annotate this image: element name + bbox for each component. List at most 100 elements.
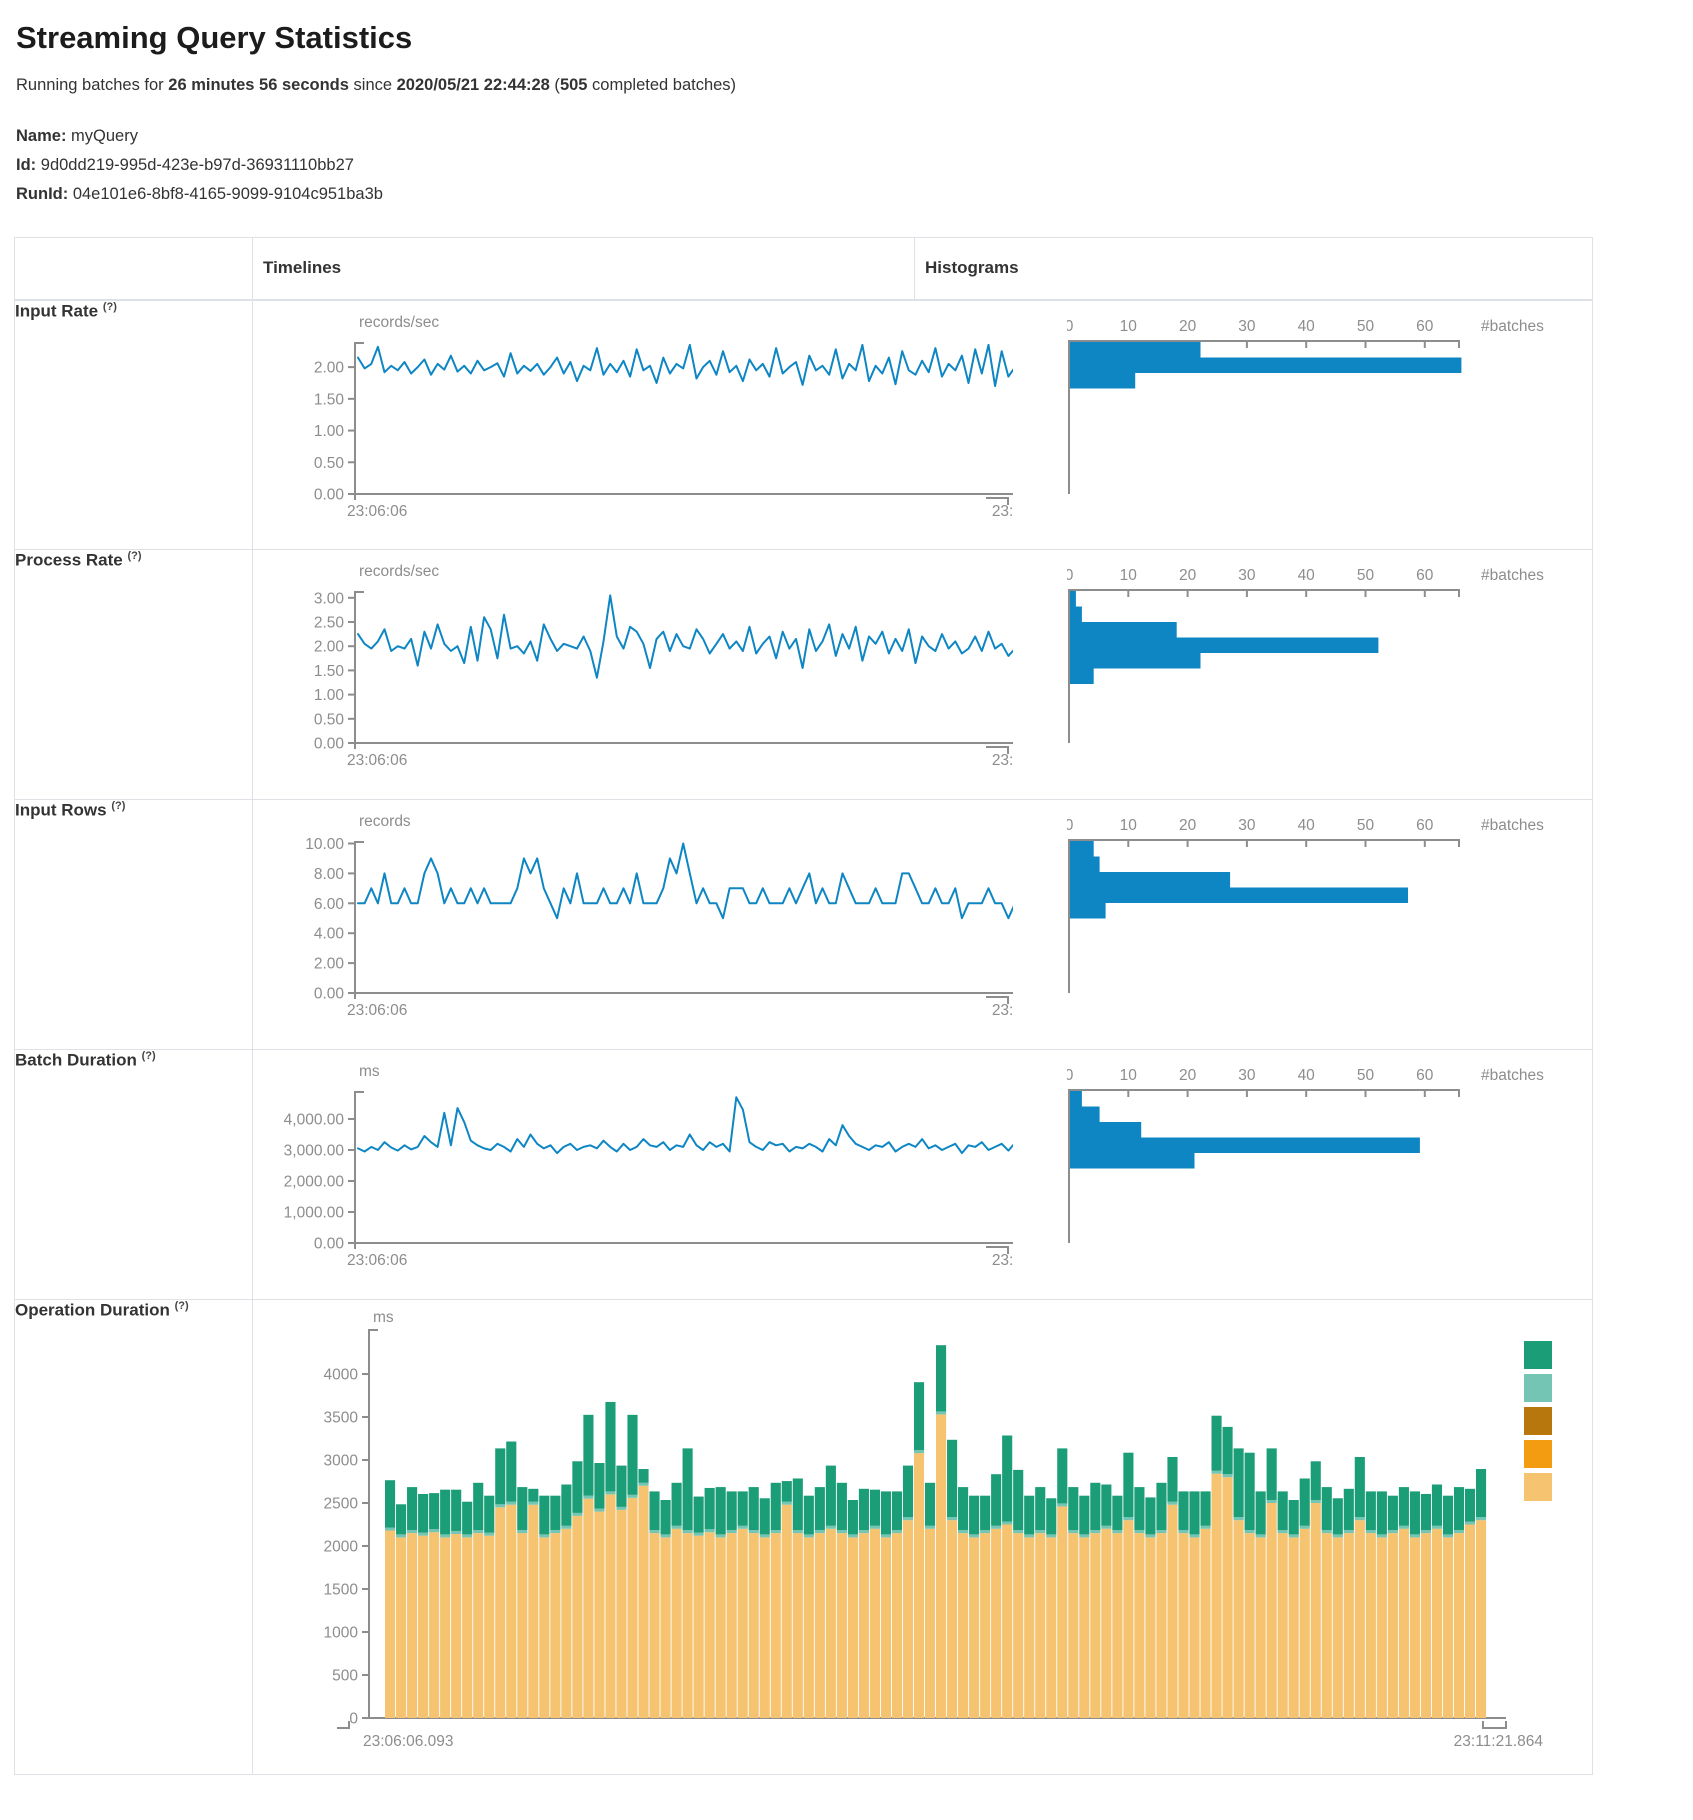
process-rate-histogram-cell: 0102030405060#batches [915,550,1593,800]
completed-batches-count: 505 [560,76,588,94]
svg-text:30: 30 [1238,318,1256,335]
svg-text:#batches: #batches [1481,817,1544,834]
svg-text:1.50: 1.50 [314,391,345,408]
input-rows-help-icon[interactable]: (?) [111,800,125,812]
svg-text:4000: 4000 [324,1367,359,1384]
svg-text:records/sec: records/sec [359,563,439,580]
svg-text:30: 30 [1238,1067,1256,1084]
svg-text:50: 50 [1356,817,1374,834]
svg-text:2.00: 2.00 [314,956,345,973]
svg-text:ms: ms [373,1309,394,1326]
svg-text:23:11:21: 23:11:21 [992,1252,1013,1269]
input-rows-row: Input Rows (?) records0.002.004.006.008.… [15,800,1593,1050]
input-rows-histogram-chart: 0102030405060#batches [1067,800,1587,1045]
svg-text:0.00: 0.00 [314,1236,345,1253]
process-rate-row: Process Rate (?) records/sec0.000.501.00… [15,550,1593,800]
query-name-row: Name: myQuery [16,122,1693,151]
process-rate-timeline-chart: records/sec0.000.501.001.502.002.503.002… [253,550,1013,795]
svg-text:1.00: 1.00 [314,423,345,440]
svg-text:0.50: 0.50 [314,711,345,728]
svg-text:1.00: 1.00 [314,687,345,704]
batch-duration-histogram-chart: 0102030405060#batches [1067,1050,1587,1295]
svg-text:2.00: 2.00 [314,639,345,656]
svg-text:23:06:06: 23:06:06 [347,1002,407,1019]
svg-text:40: 40 [1297,1067,1315,1084]
batch-duration-histogram-cell: 0102030405060#batches [915,1050,1593,1300]
legend-swatch-tan [1524,1473,1552,1501]
batch-duration-timeline-chart: ms0.001,000.002,000.003,000.004,000.0023… [253,1050,1013,1295]
subtitle-suffix: completed batches) [587,76,736,94]
svg-text:23:11:21: 23:11:21 [992,1002,1013,1019]
metric-column-header [15,238,253,300]
query-runid-value: 04e101e6-8bf8-4165-9099-9104c951ba3b [73,185,383,203]
svg-text:23:06:06: 23:06:06 [347,503,407,520]
streaming-query-statistics-page: Streaming Query Statistics Running batch… [0,0,1693,1775]
operation-duration-row: Operation Duration (?) ms050010001500200… [15,1300,1593,1775]
input-rows-timeline-chart: records0.002.004.006.008.0010.0023:06:06… [253,800,1013,1045]
svg-text:10: 10 [1119,817,1137,834]
svg-text:1000: 1000 [324,1625,359,1642]
svg-text:2.50: 2.50 [314,615,345,632]
svg-text:1.50: 1.50 [314,663,345,680]
operation-duration-legend [1524,1341,1552,1506]
svg-text:30: 30 [1238,567,1256,584]
statistics-table: Timelines Histograms Input Rate (?) reco… [14,237,1593,1775]
input-rate-help-icon[interactable]: (?) [103,301,117,313]
svg-text:ms: ms [359,1063,380,1080]
legend-swatch-orange [1524,1440,1552,1468]
svg-text:10.00: 10.00 [305,836,344,853]
svg-text:20: 20 [1178,318,1196,335]
svg-text:23:11:21: 23:11:21 [992,752,1013,769]
input-rows-label: Input Rows (?) [15,800,253,1050]
svg-text:3000: 3000 [324,1453,359,1470]
uptime-duration: 26 minutes 56 seconds [168,76,349,94]
svg-text:60: 60 [1416,1067,1434,1084]
svg-text:0: 0 [1067,817,1074,834]
process-rate-histogram-chart: 0102030405060#batches [1067,550,1587,795]
svg-text:10: 10 [1119,318,1137,335]
svg-text:0.00: 0.00 [314,986,345,1003]
operation-duration-help-icon[interactable]: (?) [175,1300,189,1312]
svg-text:500: 500 [332,1668,358,1685]
svg-text:0: 0 [1067,1067,1074,1084]
svg-text:8.00: 8.00 [314,866,345,883]
svg-text:10: 10 [1119,567,1137,584]
batch-duration-help-icon[interactable]: (?) [142,1050,156,1062]
svg-text:records/sec: records/sec [359,314,439,331]
svg-text:2000: 2000 [324,1539,359,1556]
svg-text:23:06:06: 23:06:06 [347,1252,407,1269]
svg-text:23:06:06.093: 23:06:06.093 [363,1733,454,1750]
input-rows-timeline-cell: records0.002.004.006.008.0010.0023:06:06… [253,800,915,1050]
query-name-label: Name: [16,127,66,145]
process-rate-help-icon[interactable]: (?) [127,550,141,562]
svg-text:23:11:21: 23:11:21 [992,503,1013,520]
svg-text:0: 0 [1067,318,1074,335]
svg-text:0: 0 [349,1711,358,1728]
operation-duration-chart-cell: ms0500100015002000250030003500400023:06:… [253,1300,1593,1775]
query-meta: Name: myQuery Id: 9d0dd219-995d-423e-b97… [16,122,1693,209]
query-id-value: 9d0dd219-995d-423e-b97d-36931110bb27 [41,156,354,174]
svg-text:6.00: 6.00 [314,896,345,913]
svg-text:60: 60 [1416,817,1434,834]
subtitle-paren: ( [550,76,560,94]
svg-text:4,000.00: 4,000.00 [284,1111,345,1128]
query-id-label: Id: [16,156,36,174]
svg-text:30: 30 [1238,817,1256,834]
process-rate-timeline-cell: records/sec0.000.501.001.502.002.503.002… [253,550,915,800]
input-rate-timeline-chart: records/sec0.000.501.001.502.0023:06:062… [253,301,1013,546]
svg-text:0: 0 [1067,567,1074,584]
svg-text:#batches: #batches [1481,1067,1544,1084]
svg-text:60: 60 [1416,318,1434,335]
input-rows-histogram-cell: 0102030405060#batches [915,800,1593,1050]
svg-text:40: 40 [1297,817,1315,834]
histograms-column-header: Histograms [915,238,1593,300]
batch-duration-label: Batch Duration (?) [15,1050,253,1300]
svg-text:records: records [359,813,411,830]
svg-text:1,000.00: 1,000.00 [284,1204,345,1221]
batch-duration-timeline-cell: ms0.001,000.002,000.003,000.004,000.0023… [253,1050,915,1300]
process-rate-label: Process Rate (?) [15,550,253,800]
svg-text:#batches: #batches [1481,318,1544,335]
input-rate-histogram-cell: 0102030405060#batches [915,300,1593,550]
svg-text:3.00: 3.00 [314,590,345,607]
legend-swatch-dark-orange [1524,1407,1552,1435]
